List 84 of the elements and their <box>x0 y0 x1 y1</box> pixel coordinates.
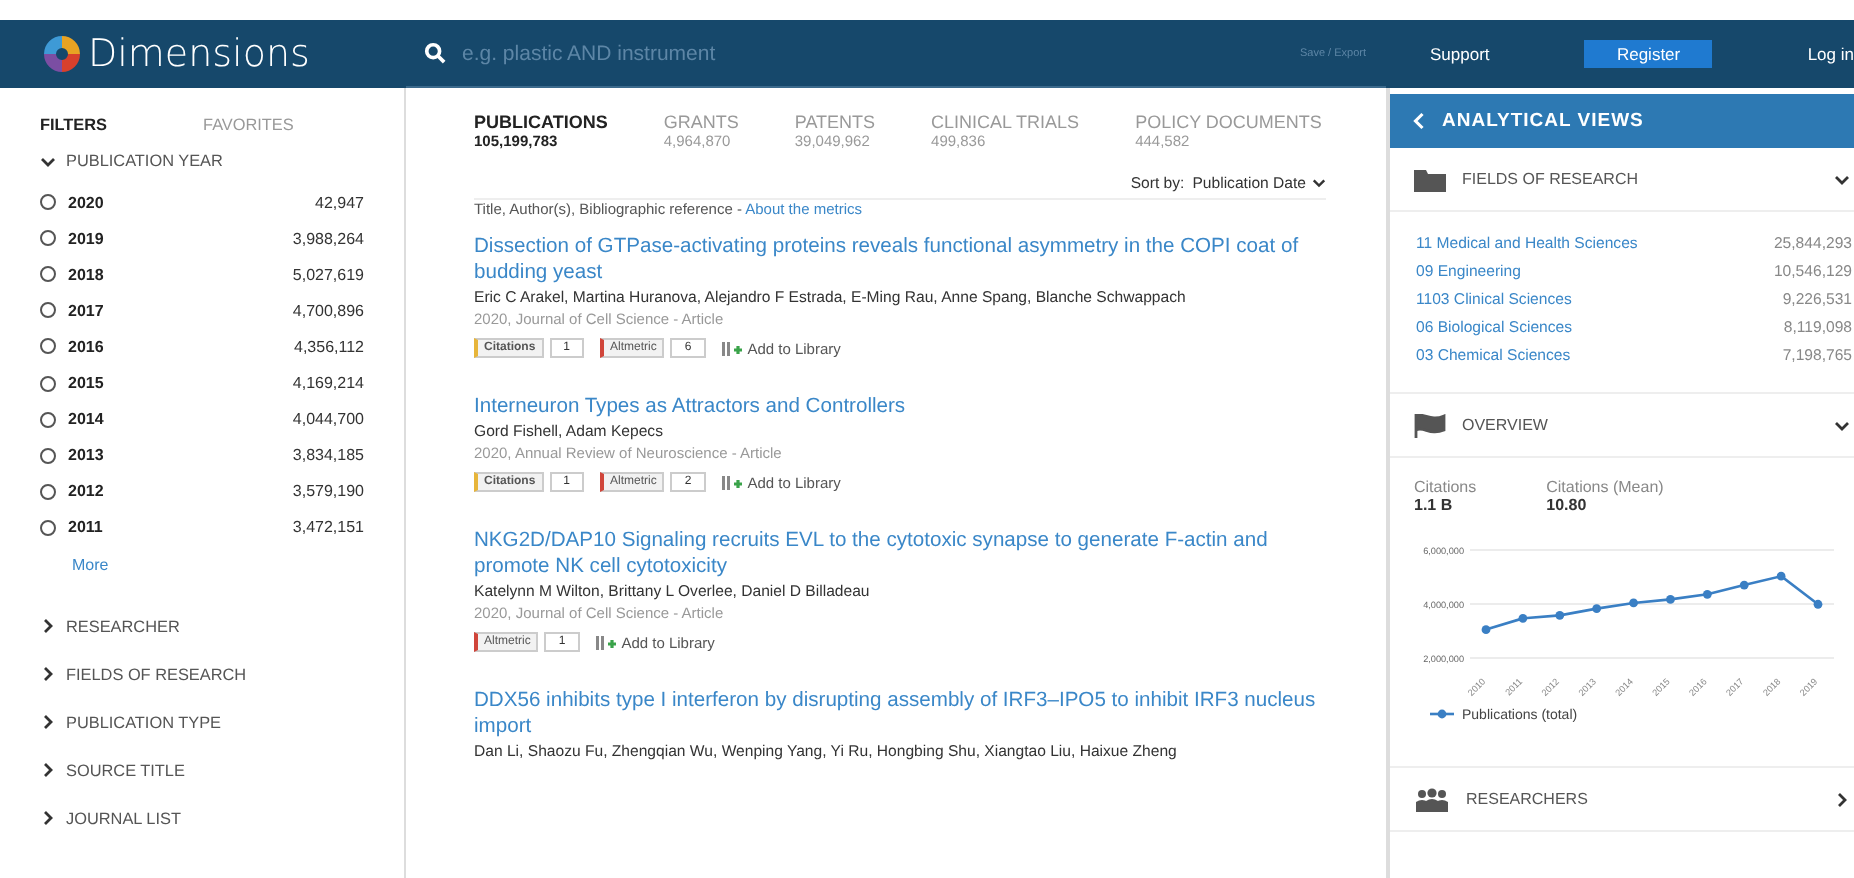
data-point <box>1702 589 1712 599</box>
year-label: 2015 <box>68 374 104 393</box>
radio-button[interactable] <box>40 375 56 392</box>
caret-icon <box>1312 176 1326 190</box>
data-point <box>1666 595 1675 604</box>
result-title[interactable]: NKG2D/DAP10 Signaling recruits EVL to the cytotoxic synapse to generate F-actin and promote NK cell cytotoxicity <box>474 528 1370 580</box>
library-icon <box>721 339 742 357</box>
radio-button[interactable] <box>40 266 56 283</box>
filter-section[interactable]: PUBLICATION TYPE <box>40 713 364 732</box>
year-label: 2013 <box>68 446 104 465</box>
result-title[interactable]: DDX56 inhibits type I interferon by disrupting assembly of IRF3–IPO5 to inhibit IRF3 nucleus import <box>474 688 1370 740</box>
result-title[interactable]: Dissection of GTPase-activating proteins reveals functional asymmetry in the COPI coat of budding yeast <box>474 234 1370 286</box>
filter-section[interactable]: FIELDS OF RESEARCH <box>40 665 364 684</box>
year-label: 2014 <box>68 410 104 429</box>
data-point <box>1555 610 1565 620</box>
count-label: 5,027,619 <box>292 265 364 284</box>
year-label: 2020 <box>68 193 104 212</box>
chevron-icon <box>1834 417 1850 433</box>
folder-icon <box>1414 167 1446 191</box>
radio-button[interactable] <box>40 302 56 319</box>
data-point <box>1518 613 1528 623</box>
search-icon <box>424 42 446 64</box>
stat-label: Citations (Mean) <box>1546 478 1664 496</box>
radio-button[interactable] <box>40 519 56 536</box>
radio-button[interactable] <box>40 411 56 428</box>
data-point <box>1813 599 1823 609</box>
register-button[interactable]: Register <box>1584 40 1713 68</box>
data-point <box>1739 580 1749 590</box>
section-header[interactable]: OVERVIEW <box>1390 394 1854 458</box>
chevron-icon <box>40 618 56 635</box>
count-label: 3,472,151 <box>292 518 364 537</box>
filter-header[interactable]: PUBLICATION YEAR <box>40 152 364 170</box>
year-label: 2017 <box>68 301 104 320</box>
radio-button[interactable] <box>40 230 56 247</box>
data-point <box>1592 604 1602 613</box>
count-label: 3,834,185 <box>292 446 364 465</box>
count-label: 4,700,896 <box>292 301 364 320</box>
year-label: 2011 <box>68 518 103 537</box>
count-label: 4,044,700 <box>292 410 364 429</box>
chevron-icon <box>40 810 56 827</box>
people-icon <box>1414 787 1450 811</box>
stat-value: 10.80 <box>1546 496 1589 514</box>
more-link[interactable]: More <box>72 555 109 574</box>
filter-section[interactable]: JOURNAL LIST <box>40 809 364 828</box>
section-header[interactable]: FIELDS OF RESEARCH <box>1390 148 1854 212</box>
stat-value: 1.1 B <box>1414 496 1455 514</box>
year-label: 2016 <box>68 337 104 356</box>
year-label: 2019 <box>68 229 104 248</box>
year-label: 2012 <box>68 482 104 501</box>
year-label: 2018 <box>68 265 104 284</box>
count-label: 3,988,264 <box>292 229 364 248</box>
nav-link[interactable]: Support <box>1430 44 1490 64</box>
section-header[interactable]: RESEARCHERS <box>1390 768 1854 832</box>
data-point <box>1481 625 1491 635</box>
count-label: 4,169,214 <box>292 374 364 393</box>
count-label: 4,356,112 <box>294 337 364 356</box>
data-point <box>1629 598 1638 608</box>
panel-header[interactable]: ANALYTICAL VIEWS <box>1390 94 1854 148</box>
nav-link[interactable]: Log in <box>1807 44 1854 64</box>
sidebar-tab[interactable]: FILTERS <box>40 116 108 134</box>
flag-icon <box>1414 413 1446 437</box>
library-icon <box>595 633 616 651</box>
chevron-icon <box>40 762 56 779</box>
library-icon <box>721 473 742 491</box>
count-label: 3,579,190 <box>292 482 364 501</box>
stat-label: Citations <box>1414 478 1477 496</box>
radio-button[interactable] <box>40 447 56 464</box>
logo-icon <box>42 34 82 74</box>
result-title[interactable]: Interneuron Types as Attractors and Controllers <box>474 394 1370 420</box>
chevron-icon <box>40 666 56 683</box>
data-point <box>1776 571 1786 581</box>
radio-button[interactable] <box>40 483 56 500</box>
filter-section[interactable]: RESEARCHER <box>40 617 364 636</box>
logo-text: Dimensions <box>88 32 310 76</box>
count-label: 42,947 <box>315 193 364 212</box>
chevron-icon <box>1834 171 1850 187</box>
chevron-icon <box>40 714 56 731</box>
back-icon <box>1412 112 1426 130</box>
radio-button[interactable] <box>40 194 56 211</box>
chevron-icon <box>40 153 56 169</box>
filter-section[interactable]: SOURCE TITLE <box>40 761 364 780</box>
chevron-icon <box>1834 791 1850 807</box>
legend-marker <box>1430 709 1454 719</box>
radio-button[interactable] <box>40 338 56 355</box>
